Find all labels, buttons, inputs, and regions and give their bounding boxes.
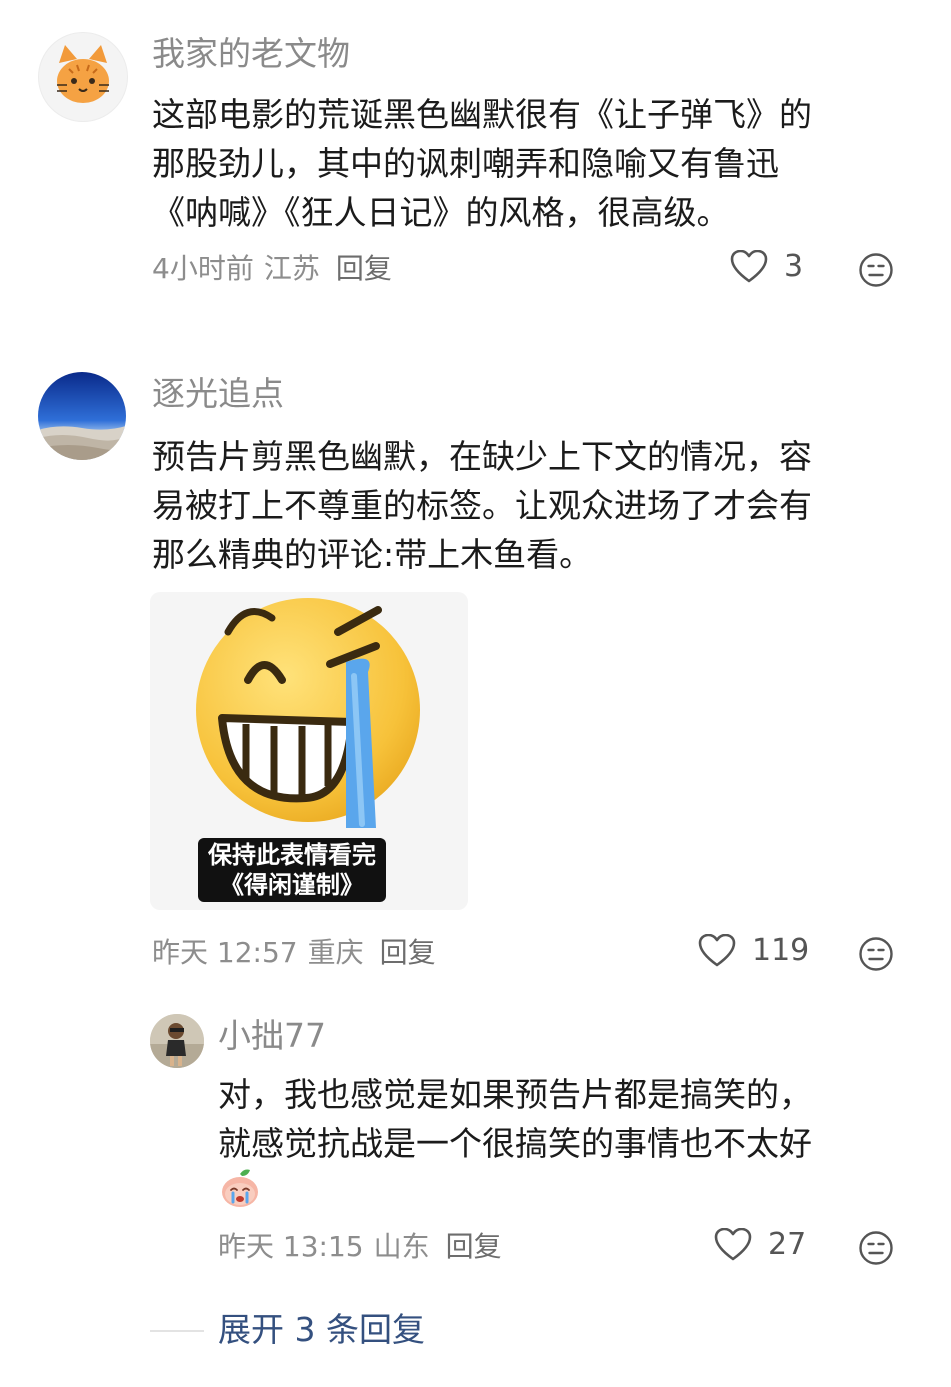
landscape-photo-avatar xyxy=(38,372,126,460)
like-button[interactable]: 27 xyxy=(714,1228,806,1262)
emoji-react-icon[interactable] xyxy=(858,1230,894,1270)
like-button[interactable]: 3 xyxy=(730,250,803,284)
sticker-caption-line: 保持此表情看完 xyxy=(208,841,376,869)
comment-location: 江苏 xyxy=(263,252,320,285)
expand-divider xyxy=(150,1330,204,1332)
content-line: 那么精典的评论:带上木鱼看。 xyxy=(152,535,593,574)
reply-location: 山东 xyxy=(373,1230,430,1263)
content-line: 易被打上不尊重的标签。让观众进场了才会有 xyxy=(152,486,812,525)
cat-face-icon xyxy=(57,45,109,103)
avatar[interactable] xyxy=(150,1014,204,1068)
content-line: 对，我也感觉是如果预告片都是搞笑的， xyxy=(218,1075,812,1114)
reply-button[interactable]: 回复 xyxy=(336,252,392,286)
comment-time: 4小时前 xyxy=(152,252,254,285)
content-line: 预告片剪黑色幽默，在缺少上下文的情况，容 xyxy=(152,437,812,476)
crying-peach-emoji-icon xyxy=(218,1166,262,1214)
emoji-react-icon[interactable] xyxy=(858,252,894,292)
heart-icon xyxy=(730,250,768,283)
comment-time: 昨天 12:57 xyxy=(152,936,298,969)
like-count: 119 xyxy=(752,933,810,968)
reply-username[interactable]: 小拙77 xyxy=(218,1016,326,1056)
reply-button[interactable]: 回复 xyxy=(446,1230,502,1264)
comment-location: 重庆 xyxy=(307,936,364,969)
like-count: 3 xyxy=(784,249,804,284)
heart-icon xyxy=(698,934,736,967)
sticker-caption: 保持此表情看完 《得闲谨制》 xyxy=(198,838,386,902)
like-button[interactable]: 119 xyxy=(698,934,809,968)
emoji-react-icon[interactable] xyxy=(858,936,894,976)
reply-content: 对，我也感觉是如果预告片都是搞笑的， 就感觉抗战是一个很搞笑的事情也不太好 xyxy=(218,1070,812,1168)
content-line: 就感觉抗战是一个很搞笑的事情也不太好 xyxy=(218,1124,812,1163)
avatar[interactable] xyxy=(38,32,128,122)
child-photo-avatar xyxy=(150,1014,204,1068)
avatar[interactable] xyxy=(38,372,126,460)
comment-meta: 4小时前 江苏 回复 xyxy=(152,252,402,286)
comment-username[interactable]: 逐光追点 xyxy=(152,374,284,414)
content-line: 那股劲儿，其中的讽刺嘲弄和隐喻又有鲁迅 xyxy=(152,144,779,183)
expand-replies-button[interactable]: 展开 3 条回复 xyxy=(218,1310,425,1350)
sticker-image[interactable]: 保持此表情看完 《得闲谨制》 xyxy=(150,592,468,910)
comment-username[interactable]: 我家的老文物 xyxy=(152,34,350,74)
reply-button[interactable]: 回复 xyxy=(380,936,436,970)
reply-meta: 昨天 13:15 山东 回复 xyxy=(218,1230,512,1264)
comment-content: 这部电影的荒诞黑色幽默很有《让子弹飞》的 那股劲儿，其中的讽刺嘲弄和隐喻又有鲁迅… xyxy=(152,90,812,237)
reply-time: 昨天 13:15 xyxy=(218,1230,364,1263)
content-line: 这部电影的荒诞黑色幽默很有《让子弹飞》的 xyxy=(152,95,812,134)
comment-content: 预告片剪黑色幽默，在缺少上下文的情况，容 易被打上不尊重的标签。让观众进场了才会… xyxy=(152,432,812,579)
comment-meta: 昨天 12:57 重庆 回复 xyxy=(152,936,446,970)
content-line: 《呐喊》《狂人日记》的风格，很高级。 xyxy=(152,193,730,232)
sticker-caption-line: 《得闲谨制》 xyxy=(220,871,364,899)
like-count: 27 xyxy=(768,1227,807,1262)
heart-icon xyxy=(714,1228,752,1261)
